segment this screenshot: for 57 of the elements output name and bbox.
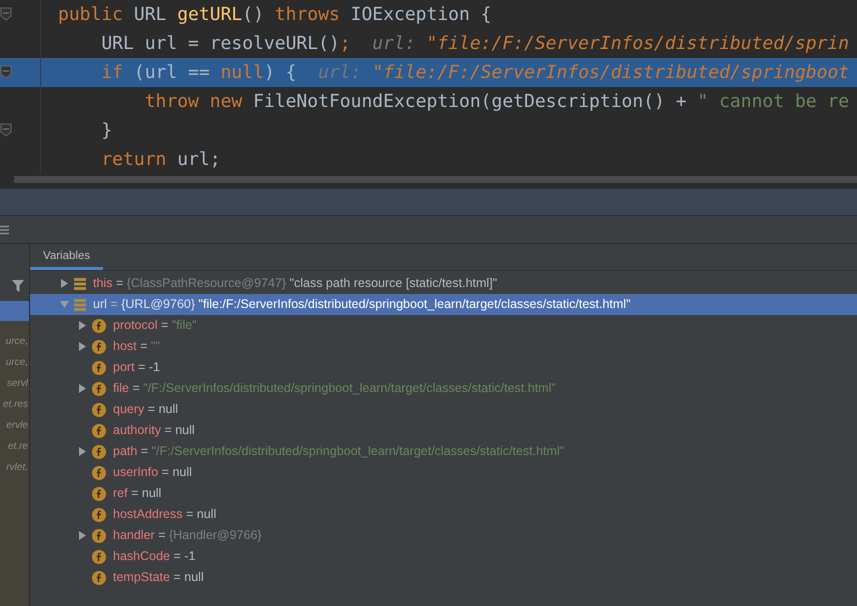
expand-arrow-icon[interactable]	[60, 279, 69, 288]
object-icon	[74, 278, 86, 290]
code-line: public URL getURL() throws IOException {	[58, 3, 492, 27]
frame-item[interactable]: servl	[6, 373, 28, 394]
variable-text: host = ""	[113, 338, 160, 356]
variable-text: query = null	[113, 401, 178, 418]
expand-arrow-icon[interactable]	[78, 321, 87, 330]
field-icon	[92, 570, 106, 584]
expand-arrow-icon[interactable]	[78, 342, 87, 351]
variable-text: tempState = null	[113, 569, 204, 586]
field-icon	[92, 360, 106, 374]
field-icon	[92, 382, 106, 396]
variable-text: protocol = "file"	[113, 317, 197, 334]
code-line: URL url = resolveURL(); url: "file:/F:/ServerInfos/distributed/sprin	[100, 32, 850, 56]
list-icon[interactable]	[0, 224, 9, 234]
frame-item[interactable]: et.re	[8, 436, 28, 457]
frame-item[interactable]: et.res	[2, 394, 28, 415]
variable-text: authority = null	[113, 422, 195, 440]
code-line: return url;	[100, 148, 221, 172]
variables-tab[interactable]: Variables	[30, 244, 104, 270]
field-icon	[92, 466, 106, 480]
frame-item[interactable]: urce,	[6, 331, 28, 352]
variable-text: ref = null	[113, 485, 162, 502]
variable-text: this = {ClassPathResource@9747} "class path resource [static/test.html]"	[93, 275, 498, 292]
fold-marker-icon[interactable]	[0, 7, 12, 21]
code-line: }	[100, 119, 112, 143]
variable-text: path = "/F:/ServerInfos/distributed/springboot_learn/target/classes/static/test.html"	[113, 443, 564, 460]
variable-text: port = -1	[113, 359, 160, 376]
code-editor[interactable]	[0, 0, 857, 183]
frame-item[interactable]: urce,	[6, 352, 28, 373]
variable-text: hostAddress = null	[113, 506, 216, 524]
expand-arrow-icon[interactable]	[78, 531, 87, 540]
code-line: if (url == null) { url: "file:/F:/ServerInfos/distributed/springboot	[100, 61, 850, 85]
variable-text: url = {URL@9760} "file:/F:/ServerInfos/distributed/springboot_learn/target/classes/static/test.html"	[93, 296, 631, 314]
field-icon	[92, 424, 106, 438]
filter-icon[interactable]	[12, 280, 24, 292]
variable-text: hashCode = -1	[113, 548, 196, 566]
field-icon	[92, 444, 106, 458]
expand-arrow-icon[interactable]	[78, 384, 87, 393]
expand-arrow-icon[interactable]	[78, 447, 87, 456]
fold-marker-icon[interactable]	[0, 123, 12, 137]
field-icon	[92, 402, 106, 416]
horizontal-scrollbar[interactable]	[14, 176, 857, 183]
variable-text: file = "/F:/ServerInfos/distributed/springboot_learn/target/classes/static/test.html"	[113, 380, 556, 398]
field-icon	[92, 528, 106, 542]
field-icon	[92, 508, 106, 522]
field-icon	[92, 340, 106, 354]
object-icon	[74, 298, 86, 310]
selected-variable-row[interactable]: url = {URL@9760} "file:/F:/ServerInfos/distributed/springboot_learn/target/classes/static/test.html"	[30, 294, 857, 315]
field-icon	[92, 550, 106, 564]
field-icon	[92, 486, 106, 500]
code-line: throw new FileNotFoundException(getDescription() + " cannot be re	[144, 90, 850, 114]
variable-text: userInfo = null	[113, 464, 192, 482]
variable-text: handler = {Handler@9766}	[113, 527, 262, 544]
field-icon	[92, 318, 106, 332]
frame-item[interactable]: rvlet.	[6, 457, 28, 478]
frame-item[interactable]: ervle	[6, 415, 28, 436]
